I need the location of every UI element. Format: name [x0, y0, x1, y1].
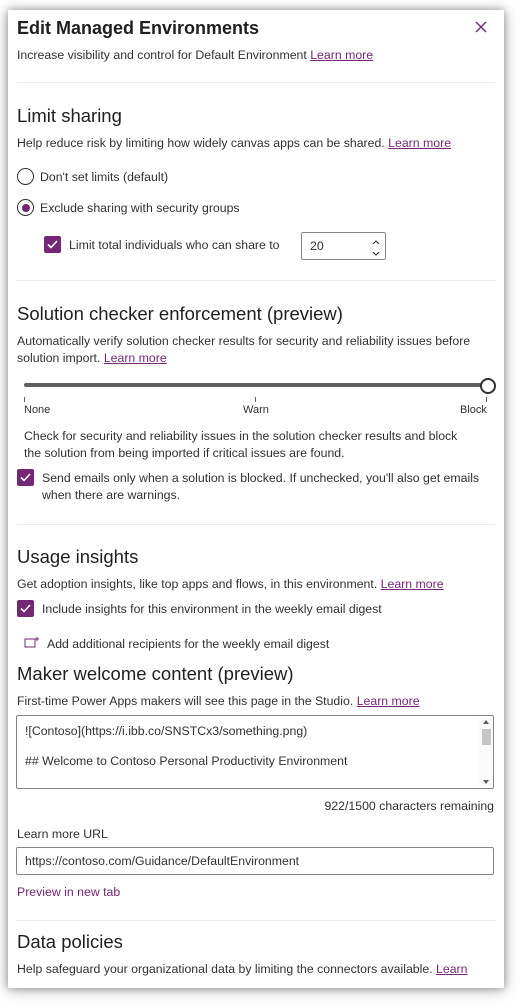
slider-label-warn: Warn: [243, 404, 269, 416]
learn-more-url-value: https://contoso.com/Guidance/DefaultEnvi…: [25, 854, 300, 868]
slider-label-none: None: [24, 404, 51, 416]
slider-tick: [255, 397, 256, 402]
maker-welcome-learn-more-link[interactable]: Learn more: [357, 694, 420, 708]
increment-chevron-up-icon[interactable]: [370, 235, 382, 246]
limit-sharing-description-text: Help reduce risk by limiting how widely …: [17, 136, 385, 150]
maker-welcome-description-text: First-time Power Apps makers will see th…: [17, 694, 354, 708]
welcome-content-line2: ## Welcome to Contoso Personal Productiv…: [25, 754, 348, 768]
checkmark-icon: [20, 473, 31, 482]
enforcement-slider-track[interactable]: [24, 383, 487, 387]
scrollbar-thumb[interactable]: [482, 729, 491, 745]
divider: [17, 82, 495, 83]
radio-exclude-security-groups[interactable]: [17, 199, 34, 216]
radio-selected-dot: [21, 203, 30, 212]
data-policies-description-text: Help safeguard your organizational data …: [17, 962, 433, 976]
edit-managed-environments-panel: Edit Managed Environments Increase visib…: [8, 10, 504, 988]
welcome-content-line1: ![Contoso](https://i.ibb.co/SNSTCx3/some…: [25, 724, 308, 738]
close-icon[interactable]: [473, 19, 489, 35]
solution-checker-description-text: solution import.: [17, 351, 101, 365]
usage-insights-heading: Usage insights: [17, 546, 139, 567]
textarea-scrollbar[interactable]: [479, 716, 493, 788]
data-policies-description: Help safeguard your organizational data …: [17, 962, 467, 976]
radio-exclude-security-groups-label: Exclude sharing with security groups: [40, 201, 240, 215]
divider: [17, 280, 495, 281]
divider: [17, 524, 495, 525]
checkmark-icon: [47, 240, 58, 249]
scroll-down-icon: [483, 780, 489, 784]
radio-dont-set-limits[interactable]: [17, 168, 34, 185]
solution-checker-learn-more-link[interactable]: Learn more: [104, 351, 167, 365]
send-emails-label-line2: when there are warnings.: [42, 488, 181, 502]
panel-title: Edit Managed Environments: [17, 18, 260, 38]
radio-dont-set-limits-label: Don't set limits (default): [40, 170, 169, 184]
enforcement-slider-thumb[interactable]: [480, 378, 496, 394]
subtitle-text: Increase visibility and control for Defa…: [17, 48, 307, 62]
slider-tick: [486, 397, 487, 402]
usage-insights-learn-more-link[interactable]: Learn more: [381, 577, 444, 591]
checkmark-icon: [20, 604, 31, 613]
data-policies-learn-more-link[interactable]: Learn: [436, 962, 467, 976]
character-count: 922/1500 characters remaining: [324, 799, 494, 813]
scroll-up-icon: [483, 720, 489, 724]
solution-checker-description-line1: Automatically verify solution checker re…: [17, 334, 471, 348]
maker-welcome-heading: Maker welcome content (preview): [17, 663, 294, 684]
block-note-line2: the solution from being imported if crit…: [24, 446, 345, 460]
include-insights-label: Include insights for this environment in…: [42, 602, 382, 616]
decrement-chevron-down-icon[interactable]: [370, 246, 382, 257]
preview-in-new-tab-link[interactable]: Preview in new tab: [17, 885, 120, 899]
maker-welcome-description: First-time Power Apps makers will see th…: [17, 694, 420, 708]
data-policies-heading: Data policies: [17, 931, 123, 952]
learn-more-url-label: Learn more URL: [17, 827, 108, 841]
solution-checker-heading: Solution checker enforcement (preview): [17, 303, 343, 324]
usage-insights-description-text: Get adoption insights, like top apps and…: [17, 577, 378, 591]
slider-label-block: Block: [460, 404, 487, 416]
block-note-line1: Check for security and reliability issue…: [24, 429, 458, 443]
limit-individuals-value: 20: [310, 239, 324, 253]
include-insights-checkbox[interactable]: [17, 600, 34, 617]
header-learn-more-link[interactable]: Learn more: [310, 48, 373, 62]
limit-individuals-number-input[interactable]: 20: [301, 232, 386, 260]
learn-more-url-input[interactable]: https://contoso.com/Guidance/DefaultEnvi…: [16, 847, 494, 875]
solution-checker-description-line2: solution import. Learn more: [17, 351, 167, 365]
usage-insights-description: Get adoption insights, like top apps and…: [17, 577, 444, 591]
divider: [17, 920, 495, 921]
send-emails-checkbox[interactable]: [17, 469, 34, 486]
limit-individuals-checkbox[interactable]: [44, 236, 61, 253]
limit-sharing-learn-more-link[interactable]: Learn more: [388, 136, 451, 150]
add-recipients-link[interactable]: Add additional recipients for the weekly…: [47, 637, 329, 651]
limit-sharing-description: Help reduce risk by limiting how widely …: [17, 136, 451, 150]
add-recipient-icon[interactable]: [24, 636, 40, 650]
slider-tick: [24, 397, 25, 402]
send-emails-label-line1: Send emails only when a solution is bloc…: [42, 471, 480, 485]
limit-individuals-label: Limit total individuals who can share to: [69, 238, 280, 252]
welcome-content-textarea[interactable]: ![Contoso](https://i.ibb.co/SNSTCx3/some…: [16, 715, 494, 789]
panel-subtitle: Increase visibility and control for Defa…: [17, 48, 373, 62]
limit-sharing-heading: Limit sharing: [17, 105, 122, 126]
